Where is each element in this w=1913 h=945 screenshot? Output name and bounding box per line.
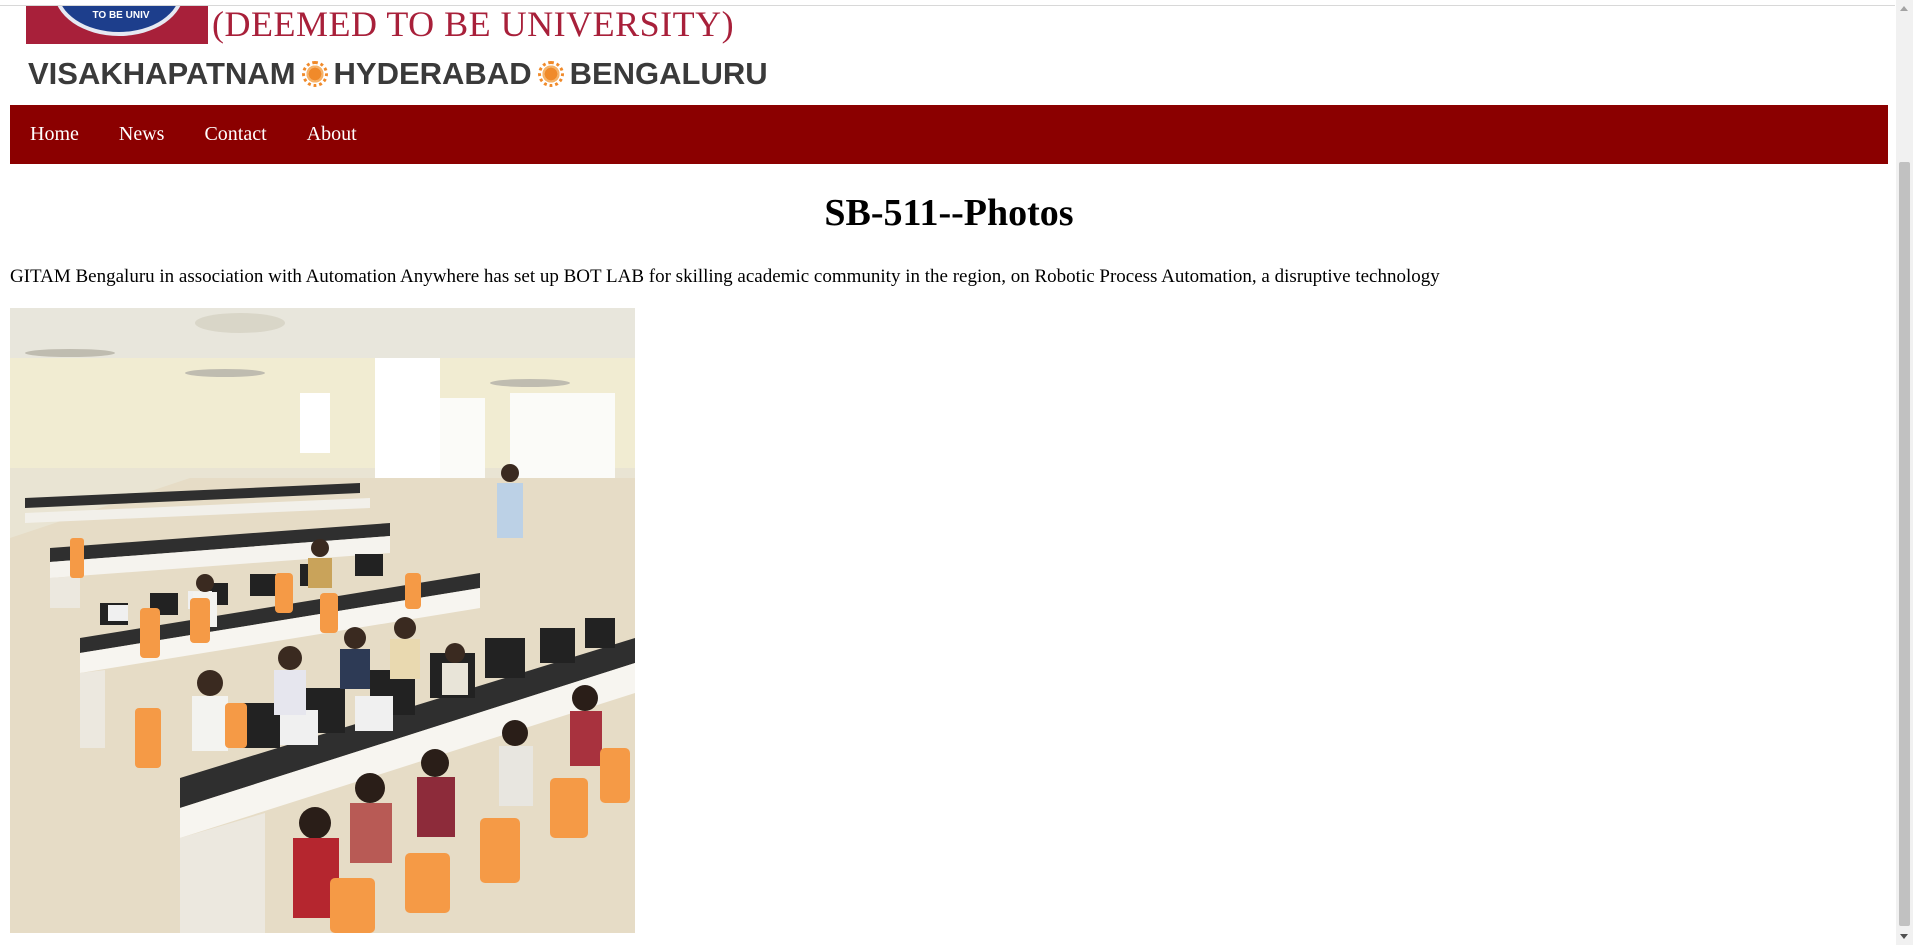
sun-icon: [301, 61, 328, 87]
lab-photo[interactable]: [10, 308, 635, 933]
nav-news-link[interactable]: News: [99, 105, 185, 164]
campus-cities: VISAKHAPATNAM HYDERABAD BENGALURU: [28, 56, 768, 92]
city-hyderabad: HYDERABAD: [333, 56, 532, 91]
main-nav: Home News Contact About: [10, 105, 1888, 164]
deemed-university-text: (DEEMED TO BE UNIVERSITY): [212, 4, 735, 44]
scroll-up-arrow-icon[interactable]: [1900, 6, 1908, 11]
page-description: GITAM Bengaluru in association with Auto…: [10, 266, 1440, 287]
page: TO BE UNIV (DEEMED TO BE UNIVERSITY) VIS…: [0, 0, 1913, 945]
site-header-logo[interactable]: TO BE UNIV (DEEMED TO BE UNIVERSITY) VIS…: [10, 6, 1890, 104]
city-visakhapatnam: VISAKHAPATNAM: [28, 56, 296, 91]
nav-about-link[interactable]: About: [287, 105, 377, 164]
city-bengaluru: BENGALURU: [569, 56, 768, 91]
scroll-down-arrow-icon[interactable]: [1900, 934, 1908, 939]
page-title: SB-511--Photos: [824, 192, 1074, 234]
nav-contact-link[interactable]: Contact: [184, 105, 286, 164]
lab-photo-illustration: [10, 308, 635, 933]
university-emblem: TO BE UNIV: [26, 6, 208, 44]
emblem-text: TO BE UNIV: [92, 10, 150, 21]
nav-home-link[interactable]: Home: [10, 105, 99, 164]
vertical-scrollbar[interactable]: [1896, 0, 1913, 945]
sun-icon: [537, 61, 564, 87]
scrollbar-thumb[interactable]: [1899, 162, 1910, 926]
